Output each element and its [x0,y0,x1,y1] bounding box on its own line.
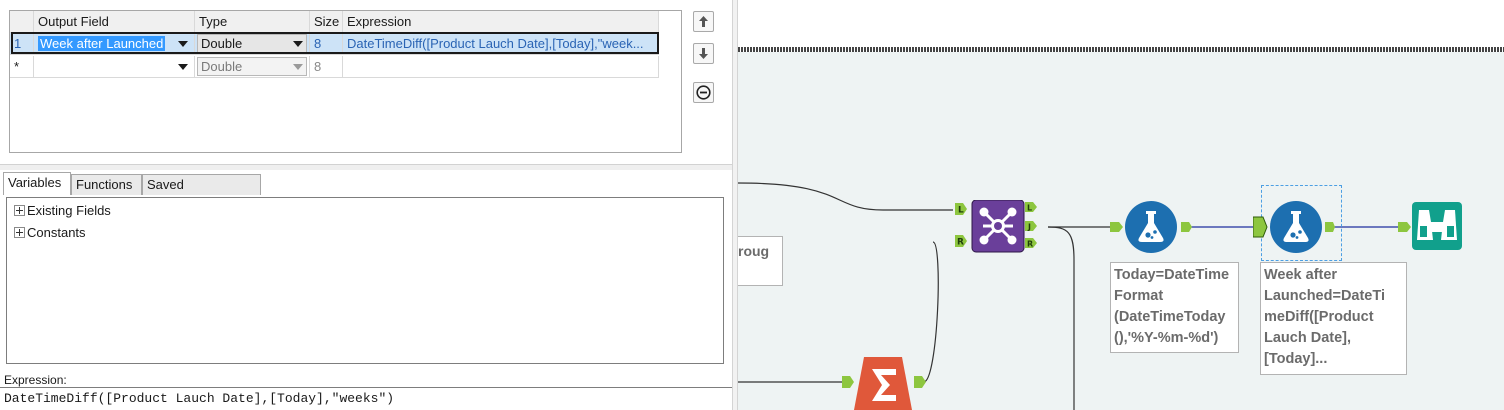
workflow-canvas[interactable]: roug L R L J R Today=DateTime Format (Da… [738,0,1504,410]
output-field-value[interactable]: Week after Launched [38,36,166,51]
size-cell[interactable]: 8 [310,56,343,78]
move-up-button[interactable] [693,11,714,32]
table-row[interactable]: * Double 8 [10,56,659,78]
expression-cell[interactable]: DateTimeDiff([Product Lauch Date],[Today… [343,33,659,55]
row-number: * [10,56,34,78]
annotation-line: meDiff([Product [1264,309,1374,325]
chevron-down-icon[interactable] [293,64,303,70]
output-field-dropdown[interactable]: Week after Launched [34,33,195,55]
header-expression[interactable]: Expression [343,11,659,33]
header-rownum [10,11,34,33]
tab-saved-expressions[interactable]: Saved Expressions [142,174,261,212]
expand-plus-icon[interactable] [14,205,25,217]
formula-config-panel: Output Field Type Size Expression 1 Week… [0,0,732,410]
table-row[interactable]: 1 Week after Launched Double 8 DateTimeD… [10,33,659,55]
tree-item-label: Existing Fields [27,203,111,218]
summarize-tool[interactable] [842,357,936,410]
browse-tool[interactable] [1398,200,1464,254]
chevron-down-icon[interactable] [293,41,303,47]
expression-editor[interactable]: DateTimeDiff([Product Lauch Date],[Today… [0,387,732,410]
tree-item-existing-fields[interactable]: Existing Fields [14,202,111,220]
remove-row-button[interactable] [693,82,714,103]
annotation-line: Week after [1264,267,1338,283]
arrow-up-icon [699,16,708,27]
formula-tool-today[interactable] [1110,200,1192,254]
tab-functions[interactable]: Functions [71,174,142,195]
size-cell[interactable]: 8 [310,33,343,55]
join-left-input-label: L [958,206,964,216]
move-down-button[interactable] [693,43,714,64]
annotation-line: [Today]... [1264,351,1328,367]
chevron-down-icon[interactable] [178,64,188,70]
output-field-grid: Output Field Type Size Expression 1 Week… [9,10,682,153]
minus-circle-icon [696,85,711,100]
chevron-down-icon[interactable] [178,41,188,47]
expression-label: Expression: [4,373,67,387]
join-right-input-label: R [957,238,964,248]
header-size[interactable]: Size [310,11,343,33]
annotation-line: Lauch Date], [1264,330,1352,346]
annotation-line: (DateTimeToday [1114,309,1226,325]
annotation-line: (),'%Y-%m-%d') [1114,330,1219,346]
row-number: 1 [10,33,34,55]
header-output-field[interactable]: Output Field [34,11,195,33]
output-field-dropdown[interactable] [34,56,195,78]
annotation-line: Format [1114,288,1164,304]
arrow-down-icon [699,48,708,59]
variables-tree: Existing Fields Constants [6,197,724,364]
formula-annotation-week-after: Week after Launched=DateTi meDiff([Produ… [1260,262,1407,375]
type-value[interactable]: Double [197,57,307,76]
join-tool[interactable]: L R L J R [953,200,1045,254]
panel-separator[interactable] [0,164,732,170]
expand-plus-icon[interactable] [14,227,25,239]
annotation-line: Launched=DateTi [1264,288,1385,304]
partial-annotation-box: roug [738,236,783,286]
expression-cell[interactable] [343,56,659,78]
formula-annotation-today: Today=DateTime Format (DateTimeToday (),… [1110,262,1239,353]
grid-header-row: Output Field Type Size Expression [10,11,659,33]
type-dropdown[interactable]: Double [195,33,310,55]
type-value[interactable]: Double [197,34,307,53]
tree-item-label: Constants [27,225,86,240]
annotation-line: Today=DateTime [1114,267,1230,283]
tree-item-constants[interactable]: Constants [14,224,86,242]
join-output-label: J [1027,223,1031,232]
type-dropdown[interactable]: Double [195,56,310,78]
annotation-text: roug [738,243,770,259]
tab-variables[interactable]: Variables [3,172,71,195]
header-type[interactable]: Type [195,11,310,33]
join-left-output-label: L [1027,204,1032,213]
join-right-output-label: R [1027,240,1033,249]
formula-tool-week-after[interactable] [1253,200,1335,254]
